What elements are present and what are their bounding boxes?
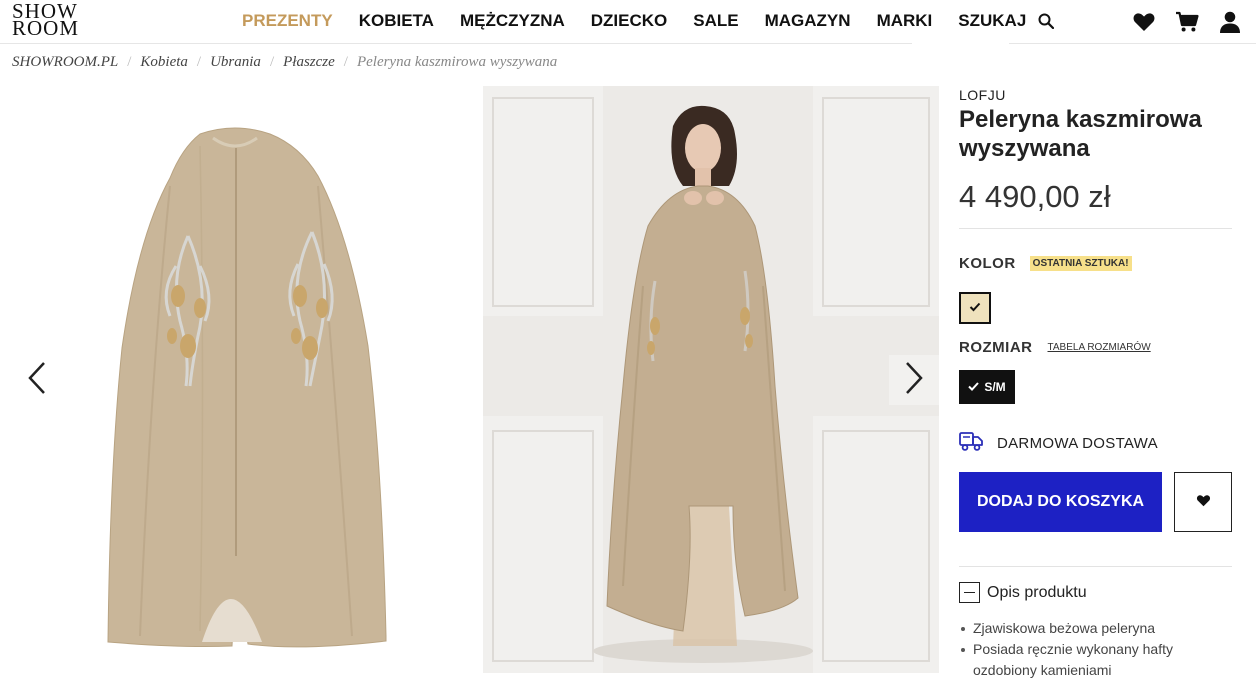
- product-brand[interactable]: LOFJU: [959, 87, 1006, 103]
- header-icons: [1113, 10, 1242, 34]
- nav-item-mezczyzna[interactable]: MĘŻCZYZNA: [460, 11, 565, 31]
- product-gallery: [0, 86, 940, 673]
- heart-icon[interactable]: [1132, 10, 1156, 34]
- delivery-truck-icon: [959, 430, 983, 457]
- color-swatch-beige[interactable]: [959, 292, 991, 324]
- add-to-wishlist-button[interactable]: [1174, 472, 1232, 532]
- description-label: Opis produktu: [987, 583, 1087, 601]
- checkmark-icon: [968, 380, 980, 394]
- size-label: ROZMIAR: [959, 339, 1033, 356]
- search-label: SZUKAJ: [958, 11, 1027, 30]
- last-item-badge: OSTATNIA SZTUKA!: [1029, 256, 1132, 271]
- size-label-row: ROZMIAR TABELA ROZMIARÓW: [959, 339, 1151, 356]
- nav-item-prezenty[interactable]: PREZENTY: [242, 11, 333, 31]
- size-option-sm[interactable]: S/M: [959, 370, 1015, 404]
- cart-icon[interactable]: [1175, 10, 1199, 34]
- main-nav: PREZENTY KOBIETA MĘŻCZYZNA DZIECKO SALE …: [242, 10, 1055, 32]
- product-price: 4 490,00 zł: [959, 179, 1111, 214]
- breadcrumb-separator: /: [343, 53, 348, 70]
- nav-item-kobieta[interactable]: KOBIETA: [359, 11, 434, 31]
- breadcrumb-plaszcze[interactable]: Płaszcze: [283, 54, 335, 71]
- breadcrumb: SHOWROOM.PL / Kobieta / Ubrania / Płaszc…: [12, 53, 557, 71]
- divider: [959, 566, 1232, 567]
- site-header: SHOW ROOM PREZENTY KOBIETA MĘŻCZYZNA DZI…: [0, 0, 1256, 45]
- showroom-logo[interactable]: SHOW ROOM: [12, 1, 86, 41]
- heart-icon: [1196, 493, 1211, 512]
- user-icon[interactable]: [1218, 10, 1242, 34]
- breadcrumb-separator: /: [196, 53, 202, 70]
- breadcrumb-separator: /: [269, 53, 275, 70]
- breadcrumb-separator: /: [127, 53, 132, 70]
- checkmark-icon: [969, 299, 981, 317]
- breadcrumb-kobieta[interactable]: Kobieta: [140, 54, 188, 71]
- chevron-right-icon: [903, 360, 925, 401]
- size-option-label: S/M: [984, 380, 1006, 394]
- color-label: KOLOR: [959, 255, 1016, 272]
- breadcrumb-current: Peleryna kaszmirowa wyszywana: [356, 53, 558, 70]
- minus-icon: [959, 582, 980, 603]
- list-item: Zjawiskowa beżowa peleryna: [959, 618, 1219, 639]
- divider: [959, 228, 1232, 229]
- breadcrumb-home[interactable]: SHOWROOM.PL: [12, 54, 118, 71]
- free-shipping: DARMOWA DOSTAWA: [959, 430, 1158, 457]
- nav-item-magazyn[interactable]: MAGAZYN: [765, 11, 851, 31]
- gallery-next-button[interactable]: [889, 355, 939, 405]
- cape-on-model-image[interactable]: [483, 86, 939, 673]
- chevron-left-icon: [26, 360, 48, 401]
- add-to-cart-button[interactable]: DODAJ DO KOSZYKA: [959, 472, 1162, 532]
- nav-item-sale[interactable]: SALE: [693, 11, 738, 31]
- nav-search[interactable]: SZUKAJ: [958, 11, 1055, 31]
- product-title: Peleryna kaszmirowa wyszywana: [959, 106, 1202, 162]
- breadcrumb-ubrania[interactable]: Ubrania: [210, 54, 261, 71]
- gallery-prev-button[interactable]: [12, 355, 62, 405]
- free-shipping-label: DARMOWA DOSTAWA: [997, 435, 1158, 452]
- cape-flat-lay-image[interactable]: [0, 86, 470, 673]
- color-label-row: KOLOR OSTATNIA SZTUKA!: [959, 255, 1132, 272]
- logo-line-2: ROOM: [12, 16, 80, 40]
- list-item: Posiada ręcznie wykonany hafty ozdobiony…: [959, 639, 1219, 681]
- search-icon: [1038, 13, 1055, 29]
- description-list: Zjawiskowa beżowa peleryna Posiada ręczn…: [959, 618, 1219, 681]
- description-toggle[interactable]: Opis produktu: [959, 582, 1087, 603]
- search-tab-gap: [912, 42, 1009, 45]
- nav-item-marki[interactable]: MARKI: [877, 11, 933, 31]
- size-chart-link[interactable]: TABELA ROZMIARÓW: [1048, 342, 1151, 353]
- nav-item-dziecko[interactable]: DZIECKO: [591, 11, 668, 31]
